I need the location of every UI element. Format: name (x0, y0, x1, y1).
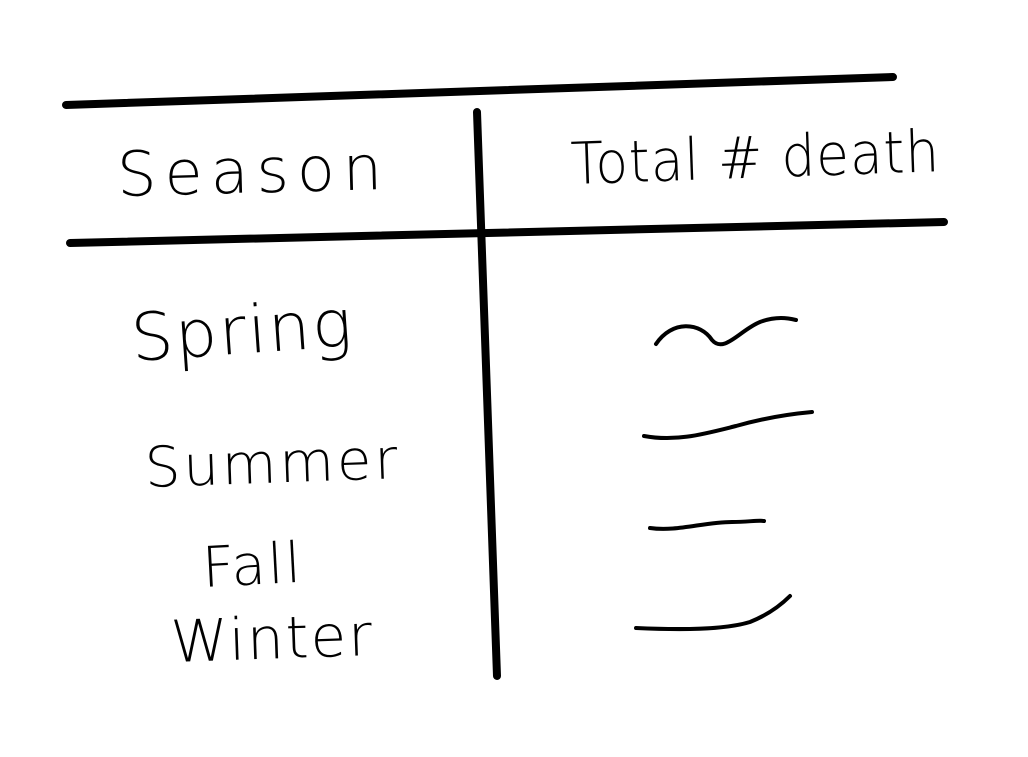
top-rule (62, 73, 897, 109)
blank-value-squiggle-spring (654, 316, 798, 347)
column-divider-rule (473, 108, 501, 680)
row-label-spring: Spring (128, 284, 357, 377)
handwritten-table: Season Total # death Spring Summer Fall … (0, 0, 1028, 757)
row-value-summer (640, 400, 641, 401)
row-label-summer: Summer (143, 427, 402, 501)
blank-value-squiggle-summer (642, 410, 814, 441)
row-value-fall (640, 510, 641, 511)
row-label-winter: Winter (169, 600, 376, 676)
header-divider-rule (66, 218, 948, 247)
table-rules (62, 73, 948, 680)
blank-value-squiggle-winter (634, 594, 792, 632)
header-total-deaths: Total # death (569, 117, 942, 198)
row-value-winter (640, 600, 641, 601)
header-season: Season (116, 130, 391, 211)
blank-value-squiggle-fall (648, 518, 766, 531)
row-value-spring (640, 300, 641, 301)
row-label-fall: Fall (200, 530, 305, 601)
